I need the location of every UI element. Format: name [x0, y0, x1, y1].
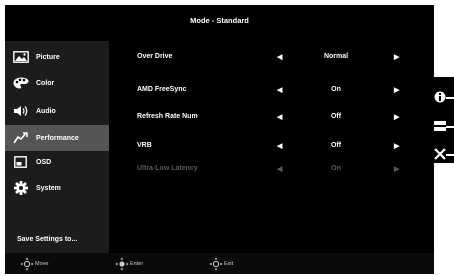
info-icon	[434, 91, 446, 103]
right-arrow-icon[interactable]: ▶	[394, 113, 399, 121]
sidebar-item-performance[interactable]: Performance	[5, 125, 109, 151]
right-arrow-icon[interactable]: ▶	[394, 142, 399, 150]
joystick-exit-icon	[209, 257, 223, 271]
setting-value: Normal	[323, 53, 349, 60]
hotkey-indicator	[446, 97, 454, 99]
setting-row-refresh-rate-num[interactable]: Refresh Rate Num ◀ Off ▶	[109, 104, 434, 130]
left-arrow-icon[interactable]: ◀	[277, 86, 282, 94]
sidebar-item-label: Picture	[36, 53, 60, 61]
setting-value: Off	[330, 113, 342, 120]
gear-icon	[14, 181, 28, 195]
footer-enter: Enter	[115, 257, 143, 271]
sidebar-item-label: System	[36, 184, 61, 192]
close-icon	[434, 148, 446, 160]
right-arrow-icon[interactable]: ▶	[394, 53, 399, 61]
osd-window: Mode - Standard Picture Color Audio Perf…	[5, 5, 434, 274]
sidebar-item-osd[interactable]: OSD	[5, 149, 109, 175]
sidebar-item-color[interactable]: Color	[5, 70, 109, 96]
footer-enter-label: Enter	[130, 261, 144, 267]
hotkey-indicator	[446, 126, 454, 128]
setting-value: On	[331, 165, 341, 172]
footer-move-label: Move	[35, 261, 49, 267]
left-arrow-icon[interactable]: ◀	[277, 113, 282, 121]
setting-row-over-drive[interactable]: Over Drive ◀ Normal ▶	[109, 44, 434, 70]
sidebar-item-system[interactable]: System	[5, 175, 109, 201]
left-arrow-icon[interactable]: ◀	[277, 142, 282, 150]
hotkey-indicator	[446, 154, 454, 156]
setting-name: VRB	[137, 142, 152, 149]
left-arrow-icon[interactable]: ◀	[277, 53, 282, 61]
right-arrow-icon[interactable]: ▶	[394, 86, 399, 94]
setting-row-amd-freesync[interactable]: AMD FreeSync ◀ On ▶	[109, 77, 434, 103]
sidebar-item-label: Audio	[36, 107, 56, 115]
sidebar-item-label: Color	[36, 79, 55, 87]
setting-value: Off	[330, 142, 342, 149]
speaker-icon	[14, 106, 28, 116]
setting-name: AMD FreeSync	[137, 86, 187, 93]
footer-bar: Move Enter Exit	[5, 253, 434, 274]
sidebar-item-label: OSD	[36, 158, 52, 166]
joystick-move-icon	[20, 257, 34, 271]
setting-row-ultra-low-latency: Ultra-Low Latency ◀ On ▶	[109, 156, 434, 182]
sidebar-item-label: Performance	[36, 134, 79, 142]
sidebar: Picture Color Audio Performance OSD Syst…	[5, 41, 109, 253]
osd-icon	[14, 156, 27, 168]
sidebar-item-audio[interactable]: Audio	[5, 98, 109, 124]
setting-name: Refresh Rate Num	[137, 113, 198, 120]
footer-exit: Exit	[209, 257, 233, 271]
osd-title: Mode - Standard	[190, 16, 249, 25]
hotkey-bar	[434, 77, 454, 163]
palette-icon	[13, 77, 29, 89]
osd-title-bar: Mode - Standard	[5, 5, 434, 36]
setting-value: On	[331, 86, 341, 93]
joystick-enter-icon	[115, 257, 129, 271]
setting-name: Over Drive	[137, 53, 173, 60]
menu-hotkey[interactable]	[434, 116, 454, 138]
sidebar-item-picture[interactable]: Picture	[5, 44, 109, 70]
save-settings-item[interactable]: Save Settings to...	[17, 236, 77, 243]
footer-move: Move	[20, 257, 48, 271]
setting-name: Ultra-Low Latency	[137, 165, 198, 172]
performance-icon	[13, 132, 28, 144]
settings-panel: Over Drive ◀ Normal ▶ AMD FreeSync ◀ On …	[109, 41, 434, 253]
footer-exit-label: Exit	[224, 261, 234, 267]
left-arrow-icon: ◀	[277, 166, 283, 173]
close-hotkey[interactable]	[434, 144, 454, 166]
menu-icon	[434, 121, 446, 131]
right-arrow-icon: ▶	[394, 166, 400, 173]
picture-icon	[13, 51, 29, 63]
info-hotkey[interactable]	[434, 87, 454, 109]
